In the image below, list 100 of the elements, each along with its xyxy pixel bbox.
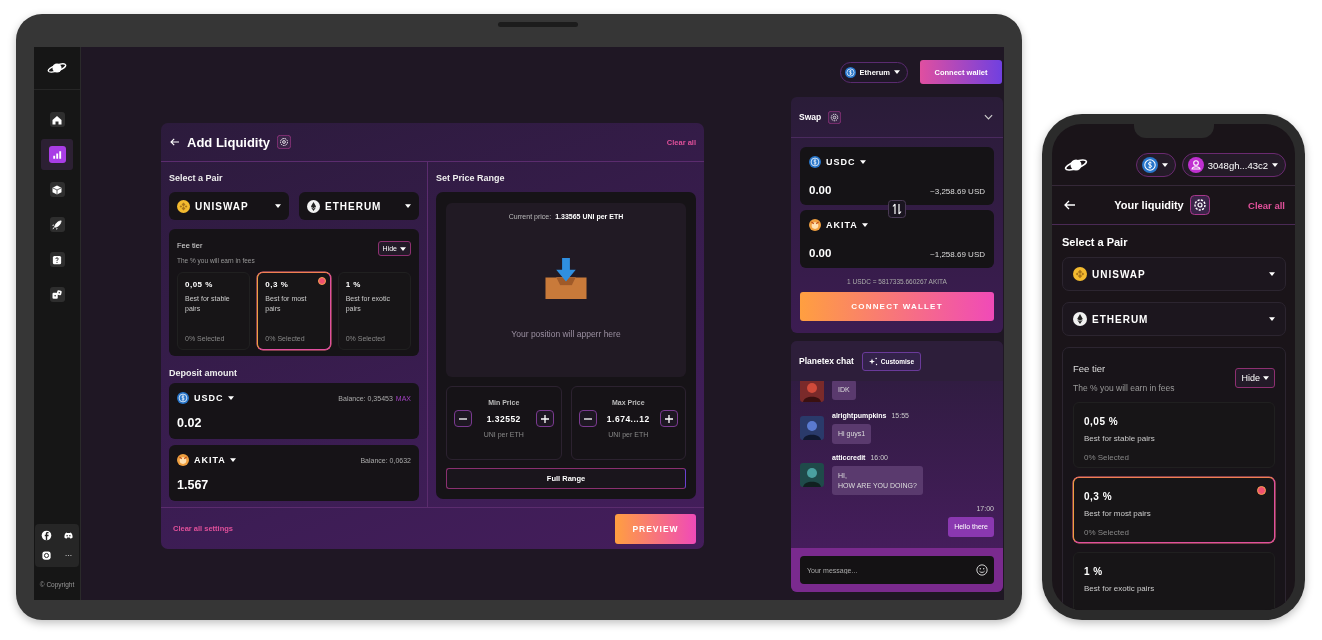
- help-icon[interactable]: [51, 253, 63, 266]
- fee-tier-card[interactable]: 0,3 % Best for most pairs 0% Selected: [1073, 477, 1275, 543]
- facebook-icon[interactable]: [40, 530, 52, 541]
- section-heading: Select a Pair: [1062, 236, 1129, 248]
- instagram-icon[interactable]: [40, 550, 52, 561]
- token-select[interactable]: UNISWAP: [169, 192, 289, 220]
- fee-rate: 1 %: [345, 280, 362, 289]
- coin-icon: [809, 156, 821, 168]
- panel-title: Add Liquidity: [187, 134, 271, 150]
- panel-title: Swap: [799, 112, 822, 122]
- fee-tier-title: Fee tier: [1073, 363, 1107, 374]
- coin-icon: [809, 219, 821, 231]
- section-heading: Select a Pair: [169, 173, 224, 183]
- caret-icon: [894, 70, 900, 74]
- fee-tier-card[interactable]: 1 % Best for exotic pairs: [1073, 552, 1275, 610]
- caret-icon: [227, 396, 234, 400]
- decrease-button[interactable]: [578, 410, 597, 427]
- coin-select[interactable]: [1135, 153, 1176, 177]
- coin-icon: [177, 199, 190, 213]
- fee-tier-card[interactable]: 0,05 % Best for stable pairs 0% Selected: [1073, 402, 1275, 468]
- selected-share: 0% Selected: [1084, 527, 1130, 537]
- chevron-icon[interactable]: [984, 114, 993, 120]
- chart-icon[interactable]: [51, 148, 63, 161]
- settings-icon[interactable]: [1189, 195, 1210, 215]
- decrease-button[interactable]: [454, 410, 472, 427]
- sidebar-item[interactable]: [41, 139, 73, 170]
- coin-icon: [844, 66, 856, 78]
- swap-field[interactable]: AKITA 0.00 ~1,258.69 USD: [800, 210, 994, 268]
- usd-value: ~3,258.69 USD: [930, 187, 985, 196]
- section-heading: Deposit amount: [169, 368, 238, 378]
- settings-icon[interactable]: [277, 135, 292, 149]
- increase-button[interactable]: [535, 410, 554, 427]
- swap-amount: 0.00: [809, 247, 832, 259]
- avatar-icon: [800, 415, 824, 440]
- caret-icon: [275, 204, 281, 208]
- plus-icon: [664, 413, 674, 424]
- avatar-icon: [800, 462, 824, 487]
- home-icon[interactable]: [51, 113, 63, 126]
- fee-rate: 0,05 %: [1084, 416, 1120, 427]
- fee-description: Best for stable pairs: [1084, 433, 1156, 445]
- fee-rate: 1 %: [1084, 566, 1104, 577]
- coin-icon: [177, 392, 189, 404]
- back-arrow-icon[interactable]: [1064, 200, 1076, 210]
- caret-icon: [405, 204, 411, 208]
- fee-description: Best for exotic pairs: [1084, 583, 1156, 595]
- coin-icon: [1141, 157, 1158, 173]
- bound-value: 1.32552: [485, 413, 522, 424]
- avatar-icon: [800, 381, 824, 402]
- caret-icon: [1263, 376, 1269, 380]
- caret-icon: [1161, 163, 1168, 167]
- discord-icon[interactable]: [62, 530, 74, 541]
- selected-share: 0% Selected: [1084, 452, 1130, 462]
- token-select[interactable]: ETHERUM: [299, 192, 419, 220]
- account-button[interactable]: 3048gh...43c2: [1181, 153, 1286, 177]
- fee-tier-subtitle: The % you will earn in fees: [1073, 383, 1176, 393]
- planet-logo-icon[interactable]: [47, 61, 67, 75]
- cube-icon[interactable]: [51, 183, 63, 196]
- fee-rate: 0,3 %: [265, 280, 290, 289]
- caret-icon: [229, 458, 236, 462]
- coin-icon: [177, 454, 189, 466]
- emoji-icon[interactable]: [976, 564, 988, 576]
- token-select[interactable]: UNISWAP: [1062, 257, 1286, 291]
- user-icon: [1187, 157, 1204, 173]
- swap-field[interactable]: USDC 0.00 ~3,258.69 USD: [800, 147, 994, 205]
- caret-icon: [859, 160, 866, 164]
- fee-rate: 0,05 %: [185, 280, 214, 289]
- increase-button[interactable]: [660, 410, 678, 427]
- caret-icon: [1269, 317, 1275, 321]
- token-select[interactable]: ETHERUM: [1062, 302, 1286, 336]
- coin-icon: [1073, 312, 1087, 326]
- caret-icon: [861, 223, 868, 227]
- caret-icon: [400, 246, 406, 251]
- fee-rate: 0,3 %: [1084, 491, 1114, 502]
- sparkle-icon: [868, 356, 878, 366]
- deposit-amount: 0.02: [177, 416, 203, 430]
- panel-title: Planetex chat: [799, 356, 854, 366]
- caret-icon: [1272, 163, 1278, 167]
- clear-all-link[interactable]: Clear all: [1248, 199, 1285, 211]
- coin-icon: [1073, 267, 1087, 281]
- settings-icon[interactable]: [828, 110, 842, 124]
- swap-arrows-icon[interactable]: [888, 200, 906, 218]
- planet-logo-icon[interactable]: [1064, 157, 1088, 173]
- hide-button[interactable]: Hide: [1235, 368, 1275, 388]
- radio-dot: [317, 277, 326, 285]
- back-arrow-icon[interactable]: [170, 138, 180, 146]
- empty-state-text: Your position will apperr here: [511, 329, 621, 339]
- usd-value: ~1,258.69 USD: [930, 250, 985, 259]
- bound-value: 1.674...12: [605, 413, 651, 424]
- section-heading: Set Price Range: [436, 173, 506, 183]
- dice-icon[interactable]: [51, 288, 63, 301]
- radio-dot: [1257, 486, 1266, 495]
- panel-title: Your liquidity: [1114, 199, 1184, 211]
- deposit-amount: 1.567: [177, 478, 210, 492]
- coin-icon: [307, 199, 320, 213]
- caret-icon: [1269, 272, 1275, 276]
- swap-amount: 0.00: [809, 184, 832, 196]
- rocket-icon[interactable]: [51, 218, 63, 231]
- plus-icon: [539, 413, 550, 424]
- inbox-tray-icon: [542, 258, 590, 301]
- fee-description: Best for most pairs: [1084, 508, 1152, 520]
